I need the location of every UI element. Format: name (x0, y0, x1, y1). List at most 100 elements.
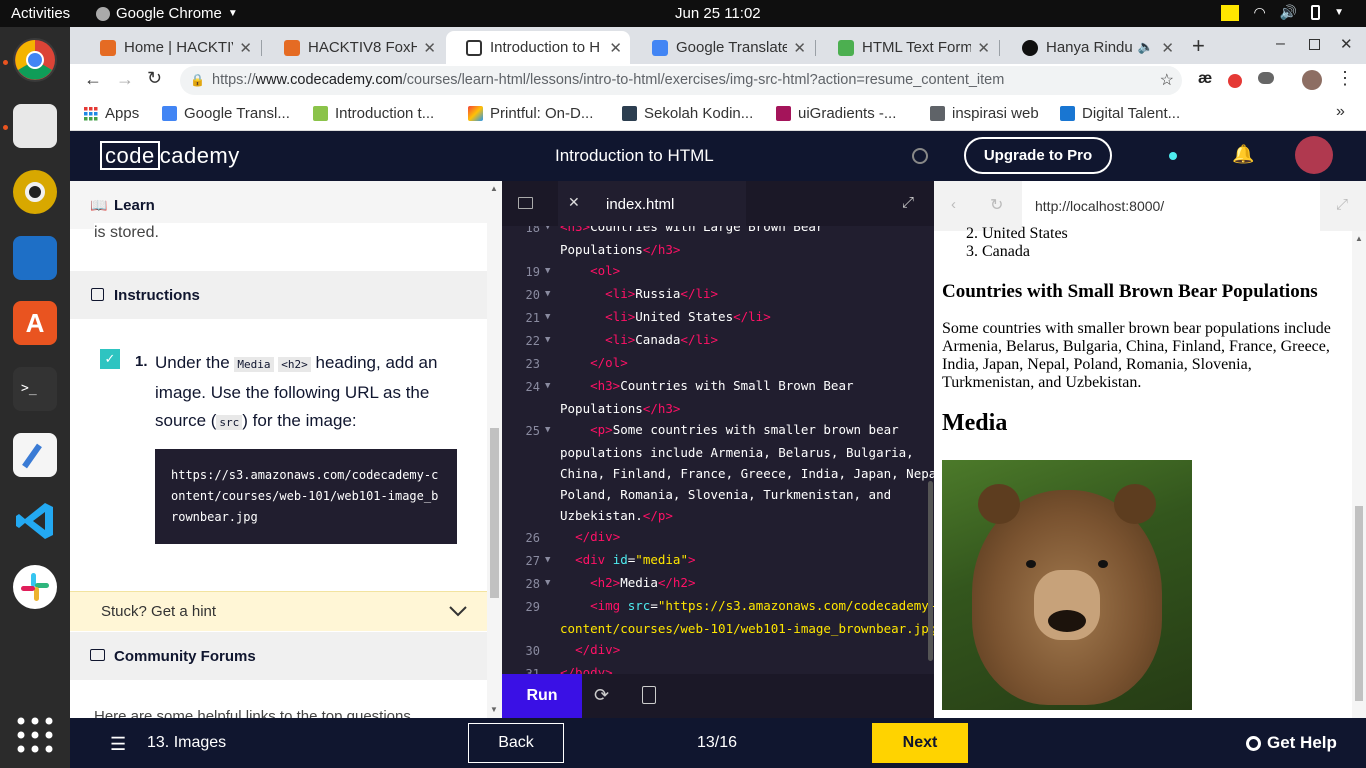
code-line[interactable]: 30 </div> (502, 641, 934, 662)
tab-hacktiv8-foxhub[interactable]: HACKTIV8 FoxHu ✕ (264, 31, 444, 64)
close-tab-icon[interactable]: ✕ (971, 39, 990, 57)
back-icon[interactable]: ← (84, 69, 102, 90)
more-bookmarks-icon[interactable]: » (1336, 103, 1345, 121)
bookmark-digital-talent[interactable]: Digital Talent... (1060, 105, 1180, 122)
terminal-icon[interactable]: >_ (13, 367, 57, 411)
code-line[interactable]: 23 </ol> (502, 354, 934, 375)
app-menu[interactable]: Google Chrome ▼ (96, 5, 238, 22)
vscode-icon[interactable] (13, 499, 57, 543)
fold-caret-icon[interactable]: ▼ (545, 578, 550, 588)
code-line[interactable]: Populations</h3> (502, 400, 934, 421)
tab-hacktiv8-home[interactable]: Home | HACKTIV8 ✕ (80, 31, 260, 64)
bookmark-introduction[interactable]: Introduction t... (313, 105, 434, 122)
tab-google-translate[interactable]: Google Translate ✕ (632, 31, 814, 64)
code-line[interactable]: China, Finland, France, Greece, India, J… (502, 465, 934, 486)
close-tab-icon[interactable]: ✕ (603, 39, 622, 57)
file-tab-index-html[interactable]: ✕ index.html (558, 181, 746, 226)
code-line[interactable]: 25 ▼ <p>Some countries with smaller brown… (502, 421, 934, 442)
code-line[interactable]: 28 ▼ <h2>Media</h2> (502, 574, 934, 595)
codecademy-logo[interactable]: code cademy (100, 141, 240, 170)
notifications-bell-icon[interactable]: 🔔 (1232, 144, 1254, 165)
bookmark-sekolah-koding[interactable]: Sekolah Kodin... (622, 105, 753, 122)
forward-icon[interactable]: → (116, 69, 134, 90)
new-tab-button[interactable]: + (1192, 33, 1205, 59)
preview-scrollbar[interactable]: ▲ (1352, 231, 1366, 718)
code-line[interactable]: 27 ▼ <div id="media"> (502, 551, 934, 572)
files-icon[interactable] (13, 104, 57, 148)
code-line[interactable]: 24 ▼ <h3>Countries with Small Brown Bear (502, 377, 934, 398)
next-button[interactable]: Next (872, 723, 968, 763)
bookmark-printful[interactable]: Printful: On-D... (468, 105, 593, 122)
url-code-block[interactable]: https://s3.amazonaws.com/codecademy-cont… (155, 449, 457, 544)
bookmark-uigradients[interactable]: uiGradients -... (776, 105, 896, 122)
preview-reload-icon[interactable]: ↻ (990, 195, 1003, 215)
system-tray[interactable]: ◠ 🔊 ▼ (1221, 4, 1344, 21)
learn-section-header[interactable]: 📖 Learn (70, 181, 487, 229)
code-line[interactable]: Uzbekistan.</p> (502, 507, 934, 528)
community-forums-header[interactable]: Community Forums (70, 632, 487, 680)
fold-caret-icon[interactable]: ▼ (545, 226, 550, 232)
text-editor-icon[interactable] (13, 433, 57, 477)
hint-bar[interactable]: Stuck? Get a hint (70, 591, 487, 631)
clock[interactable]: Jun 25 11:02 (675, 5, 761, 22)
tab-introduction-html[interactable]: Introduction to H ✕ (446, 31, 630, 64)
rhythmbox-icon[interactable] (13, 170, 57, 214)
fold-caret-icon[interactable]: ▼ (545, 335, 550, 345)
bookmark-apps[interactable]: Apps (84, 105, 139, 122)
app-grid-icon[interactable] (13, 713, 57, 757)
extension-cloud-icon[interactable] (1258, 72, 1274, 84)
avatar[interactable] (1295, 136, 1333, 174)
code-line[interactable]: Poland, Romania, Slovenia, Turkmenistan,… (502, 486, 934, 507)
reset-icon[interactable]: ⟳ (594, 685, 609, 706)
preview-expand-icon[interactable]: ⤢ (1336, 196, 1348, 213)
code-lines[interactable]: 18 ▼ <h3>Countries with Large Brown Bear Po… (502, 226, 934, 674)
chrome-menu-icon[interactable]: ⋮ (1336, 68, 1354, 89)
code-line[interactable]: 31 </body> (502, 664, 934, 674)
preview-url-field[interactable]: http://localhost:8000/ (1022, 181, 1320, 231)
chrome-icon[interactable] (13, 38, 57, 82)
code-line[interactable]: 18 ▼ <h3>Countries with Large Brown Bear (502, 226, 934, 239)
upgrade-button[interactable]: Upgrade to Pro (964, 137, 1112, 174)
software-icon[interactable]: A (13, 301, 57, 345)
fold-caret-icon[interactable]: ▼ (545, 381, 550, 391)
code-line[interactable]: 22 ▼ <li>Canada</li> (502, 331, 934, 352)
code-line[interactable]: 29 <img src="https://s3.amazonaws.com/co… (502, 597, 934, 618)
bookmark-google-translate[interactable]: Google Transl... (162, 105, 290, 122)
minimize-button[interactable]: – (1276, 35, 1285, 53)
extension-ae-icon[interactable]: æ (1198, 70, 1212, 88)
address-bar[interactable]: 🔒 https://www.codecademy.com/courses/lear… (180, 66, 1182, 95)
code-line[interactable]: populations include Armenia, Belarus, Bu… (502, 444, 934, 465)
instructions-section-header[interactable]: Instructions (70, 271, 487, 319)
copy-clipboard-icon[interactable] (642, 686, 656, 704)
fold-caret-icon[interactable]: ▼ (545, 312, 550, 322)
back-button[interactable]: Back (468, 723, 564, 763)
slack-icon[interactable] (13, 565, 57, 609)
code-line[interactable]: 21 ▼ <li>United States</li> (502, 308, 934, 329)
fold-caret-icon[interactable]: ▼ (545, 425, 550, 435)
close-tab-icon[interactable]: ✕ (787, 39, 806, 57)
run-button[interactable]: Run (502, 674, 582, 718)
extension-record-icon[interactable] (1228, 74, 1242, 88)
tab-html-text-formatting[interactable]: HTML Text Forma ✕ (818, 31, 998, 64)
get-help-button[interactable]: Get Help (1246, 733, 1337, 753)
editor-scrollbar[interactable] (928, 481, 933, 661)
timer-icon[interactable] (912, 148, 928, 164)
code-line[interactable]: 20 ▼ <li>Russia</li> (502, 285, 934, 306)
close-tab-icon[interactable]: ✕ (417, 39, 436, 57)
lesson-name[interactable]: 13. Images (147, 734, 226, 752)
close-tab-icon[interactable]: ✕ (1155, 39, 1174, 57)
lesson-scrollbar[interactable]: ▲ ▼ (487, 181, 502, 718)
reload-icon[interactable]: ↻ (147, 68, 162, 89)
tab-hanya-rindu[interactable]: Hanya Rindu - 🔈 ✕ (1002, 31, 1182, 64)
fold-caret-icon[interactable]: ▼ (545, 555, 550, 565)
code-line[interactable]: 19 ▼ <ol> (502, 262, 934, 283)
bookmark-folder-inspirasi-web[interactable]: inspirasi web (930, 105, 1039, 122)
maximize-button[interactable] (1309, 39, 1320, 50)
close-window-button[interactable]: ✕ (1340, 35, 1353, 53)
fold-caret-icon[interactable]: ▼ (545, 289, 550, 299)
code-line[interactable]: content/courses/web-101/web101-image_bro… (502, 620, 934, 641)
preview-back-icon[interactable]: ‹ (951, 196, 956, 213)
expand-icon[interactable]: ⤢ (902, 194, 914, 211)
close-file-icon[interactable]: ✕ (568, 194, 580, 211)
code-line[interactable]: 26 </div> (502, 528, 934, 549)
